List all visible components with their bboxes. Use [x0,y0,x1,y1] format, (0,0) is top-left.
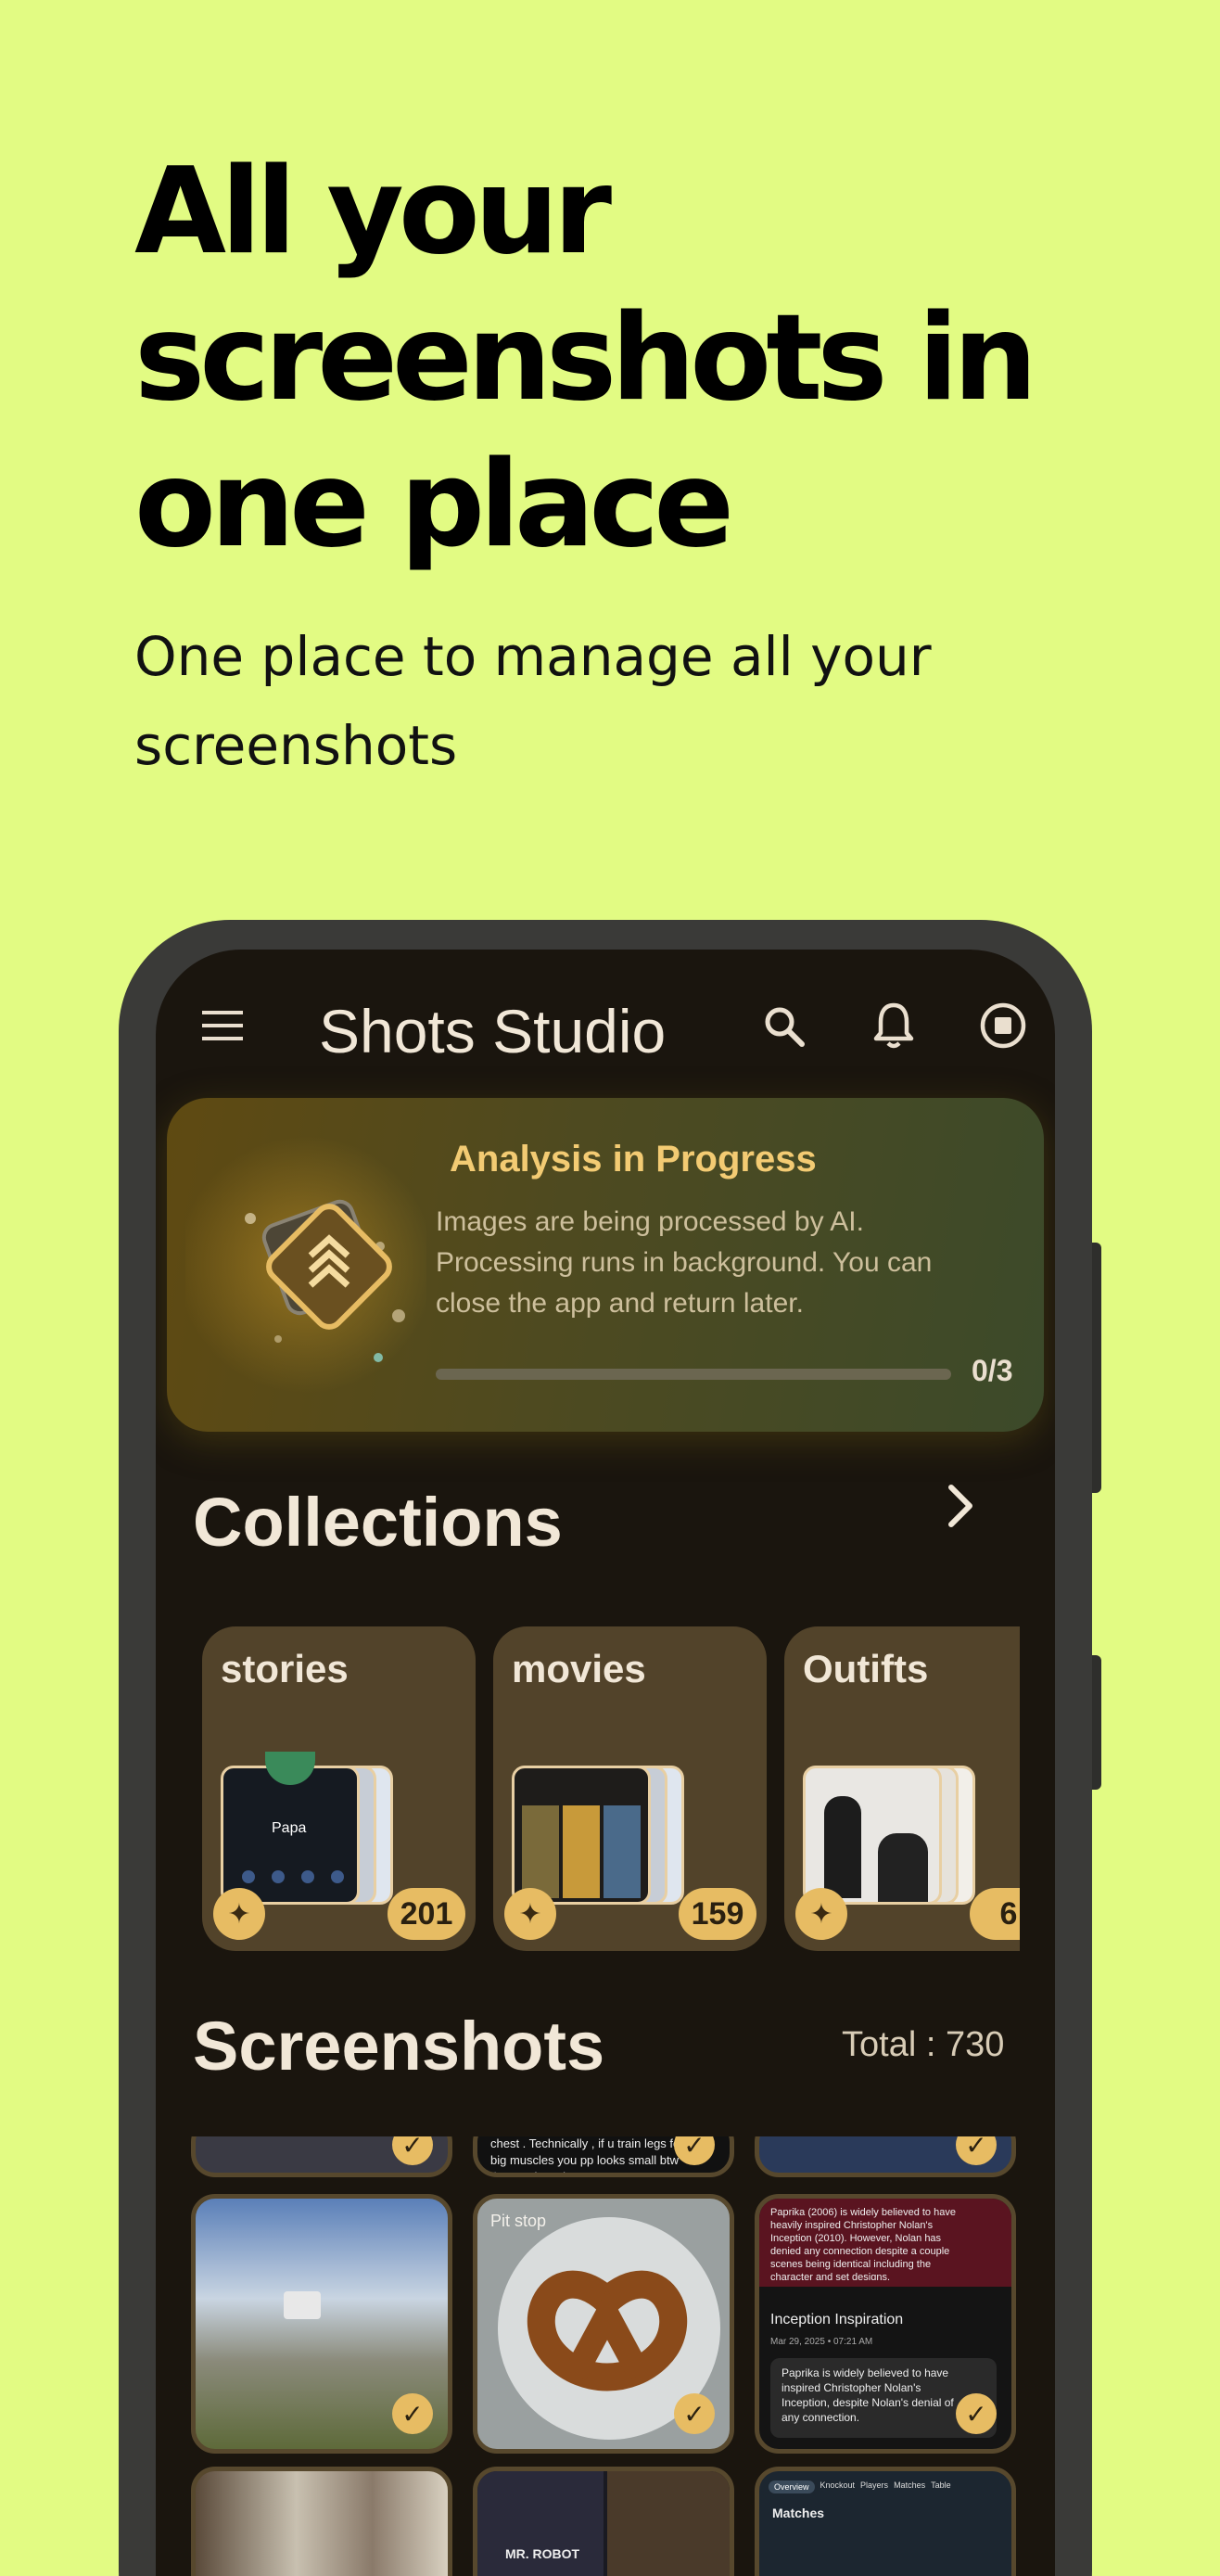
stop-icon[interactable] [970,992,1036,1059]
sparkle-icon: ✦ [795,1888,847,1940]
screenshots-total: Total : 730 [842,2025,1005,2064]
screenshot-caption: Pit stop [490,2212,547,2230]
search-icon[interactable] [750,992,817,1059]
analysis-progress-count: 0/3 [972,1354,1013,1387]
analysis-progress-card: Analysis in Progress Images are being pr… [167,1098,1044,1432]
screenshot-tile[interactable]: Pit stop ✓ [473,2194,734,2454]
screenshot-tile[interactable]: ✓ [191,2194,452,2454]
check-icon: ✓ [392,2393,433,2434]
notification-bell-icon[interactable] [860,992,927,1059]
hero-headline: All your screenshots in one place [134,143,1037,574]
collection-count: 159 [679,1888,756,1940]
collection-name: Outifts [803,1647,929,1690]
collection-count: 6 [970,1888,1020,1940]
collection-preview-stack [803,1766,979,1905]
sparkle-icon: ✦ [213,1888,265,1940]
screenshot-text: chest . Technically , if u train legs fo… [490,2136,684,2173]
phone-side-button [1092,1655,1101,1790]
screenshot-text: Mar 29, 2025 • 07:21 AM [770,2337,873,2347]
pretzel-image [527,2270,688,2391]
screenshot-tile[interactable]: chest . Technically , if u train legs fo… [473,2136,734,2177]
collection-card-outfits[interactable]: Outifts ✦ 6 [784,1626,1020,1951]
collections-carousel: stories Papa ✦ 201 movies ✦ 159 Outifts … [202,1626,1020,1951]
analysis-progress-bar [436,1369,951,1380]
screenshot-text: Inception Inspiration [770,2312,904,2327]
screenshots-title: Screenshots [193,2008,605,2085]
check-icon: ✓ [956,2393,997,2434]
screenshot-text: MR. ROBOT [505,2546,580,2561]
collection-count: 201 [388,1888,465,1940]
screenshot-tile[interactable]: Paprika (2006) is widely believed to hav… [755,2194,1016,2454]
screenshot-text: Paprika is widely believed to have inspi… [782,2366,954,2424]
phone-side-button [1092,1243,1101,1493]
screenshot-tab: Matches [894,2480,926,2490]
contact-name: Papa [272,1820,307,1836]
chevron-right-icon[interactable] [933,1478,988,1534]
collection-name: movies [512,1647,646,1690]
screenshot-tab: Players [860,2480,889,2490]
collection-preview-stack: Papa [221,1752,397,1905]
screenshot-text: Paprika (2006) is widely believed to hav… [770,2207,956,2280]
app-title: Shots Studio [319,997,667,1065]
collection-name: stories [221,1647,349,1690]
screenshot-tile[interactable]: MR. ROBOT [473,2467,734,2576]
collection-preview-stack [512,1766,688,1905]
phone-screen: Shots Studio Analysis in Progress Images… [156,950,1055,2576]
analysis-description: Images are being processed by AI. Proces… [436,1206,933,1319]
analysis-title: Analysis in Progress [450,1139,817,1180]
screenshot-tab: Table [931,2480,951,2490]
app-bar: Shots Studio [156,950,1055,1107]
collections-title: Collections [193,1484,563,1561]
check-icon: ✓ [392,2136,433,2165]
processing-stack-icon [245,1199,405,1362]
screenshot-tile[interactable] [191,2467,452,2576]
screenshot-tab: Knockout [820,2480,856,2490]
screenshot-tab: Overview [769,2480,815,2493]
sparkle-icon: ✦ [504,1888,556,1940]
screenshot-tile[interactable]: ✓ [755,2136,1016,2177]
screenshot-tile[interactable]: ✓ [191,2136,452,2177]
check-icon: ✓ [674,2393,715,2434]
check-icon: ✓ [956,2136,997,2165]
menu-icon[interactable] [189,992,256,1059]
hero-subheadline: One place to manage all your screenshots [134,625,932,777]
screenshot-tile[interactable]: Overview Knockout Players Matches Table … [755,2467,1016,2576]
screenshots-grid: ✓ chest . Technically , if u train legs … [191,2136,1025,2576]
collection-card-movies[interactable]: movies ✦ 159 [493,1626,767,1951]
collection-card-stories[interactable]: stories Papa ✦ 201 [202,1626,476,1951]
screenshot-text: Matches [772,2506,825,2520]
